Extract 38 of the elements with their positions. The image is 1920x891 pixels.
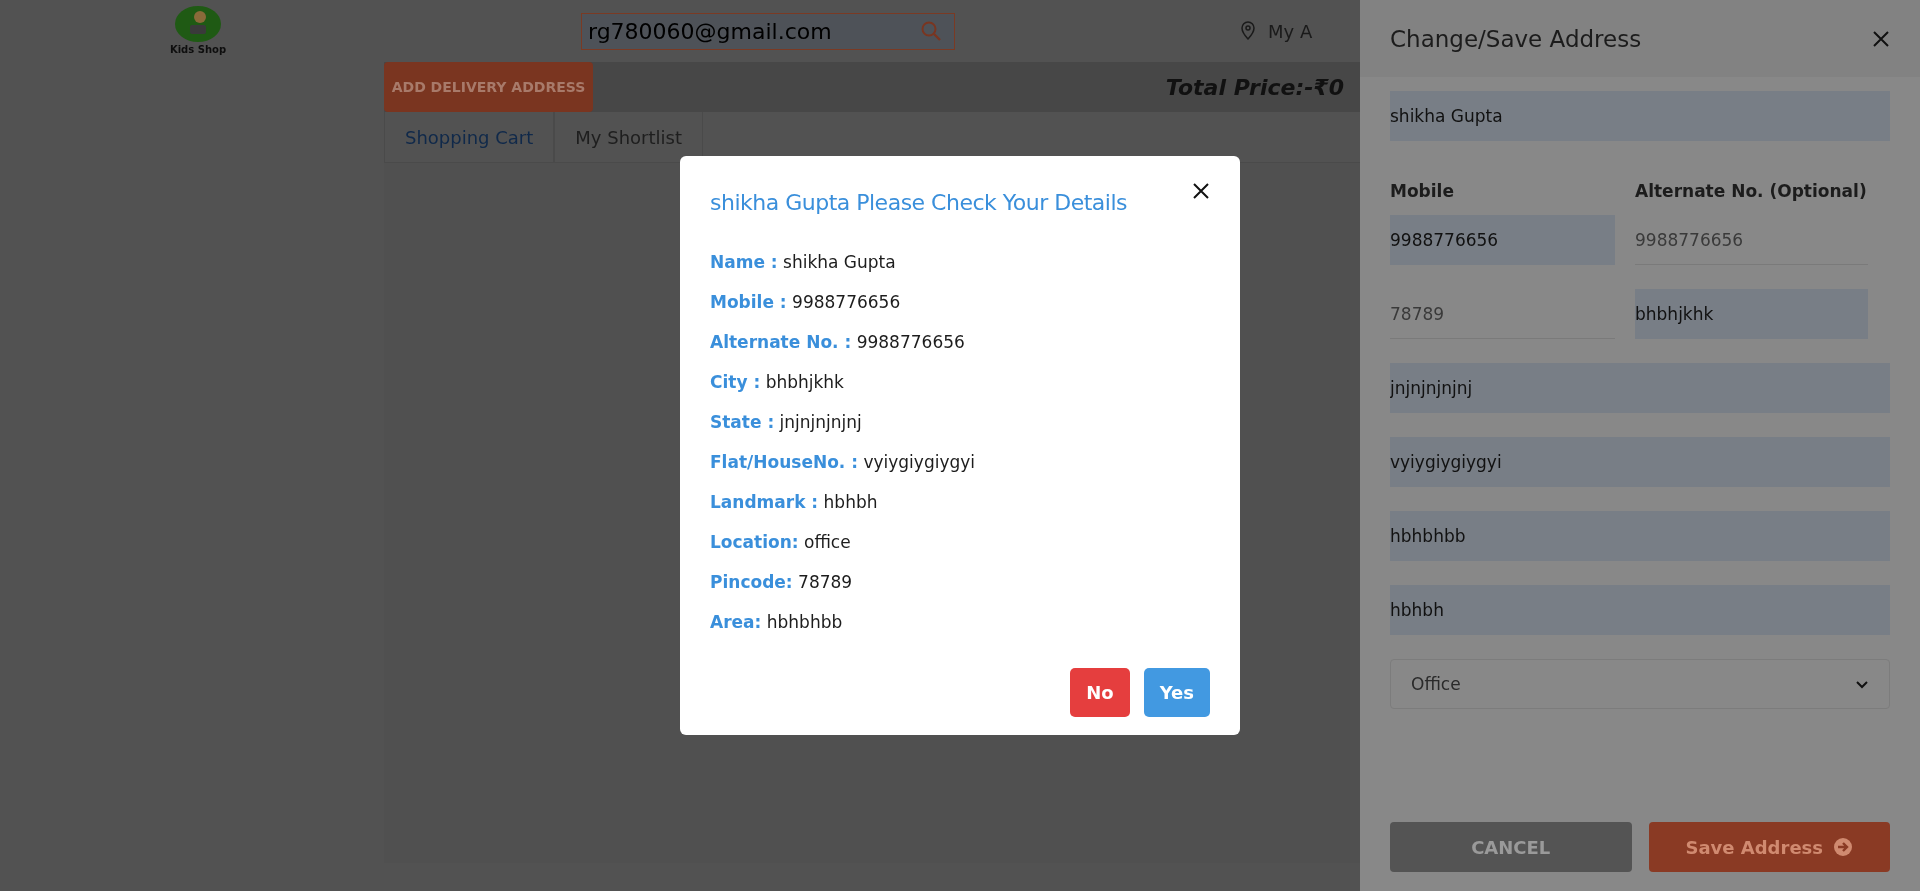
arrow-circle-icon [1833,837,1853,857]
detail-line: Location: office [710,531,852,554]
save-address-button[interactable]: Save Address [1648,822,1890,872]
input-field[interactable]: hbhbh [1390,585,1890,635]
detail-line: Alternate No. : 9988776656 [710,331,966,354]
modal-title: shikha Gupta Please Check Your Details [710,190,1127,215]
logo-icon [174,5,222,43]
detail-line: Pincode: 78789 [710,571,854,594]
add-address-button[interactable]: ADD DELIVERY ADDRESS [384,62,593,112]
detail-line: Mobile : 9988776656 [710,291,902,314]
input-field[interactable]: hbhbhbb [1390,511,1890,561]
detail-line: Name : shikha Gupta [710,251,897,274]
input-field[interactable]: bhbhjkhk [1635,289,1868,339]
tab[interactable]: Shopping Cart [384,112,555,162]
location-pin-icon [1240,21,1256,41]
input-field[interactable]: shikha Gupta [1390,91,1890,141]
field-label: Mobile [1390,181,1455,203]
detail-line: State : jnjnjnjnjnj [710,411,863,434]
detail-line: Flat/HouseNo. : vyiygiygiygyi [710,451,977,474]
yes-button[interactable]: Yes [1143,668,1210,717]
input-field[interactable]: jnjnjnjnjnj [1390,363,1890,413]
logo-text: Kids Shop [169,44,227,55]
input-field[interactable]: 9988776656 [1635,215,1868,265]
select-field[interactable]: Office [1390,659,1890,709]
close-icon[interactable] [1192,182,1210,200]
cancel-button[interactable]: CANCEL [1390,822,1632,872]
detail-line: Landmark : hbhbh [710,491,879,514]
input-field[interactable]: vyiygiygiygyi [1390,437,1890,487]
search-field[interactable]: rg780060@gmail.com [581,12,955,50]
detail-line: City : bhbhjkhk [710,371,845,394]
input-field[interactable]: 9988776656 [1390,215,1615,265]
chevron-down-icon [1855,679,1869,689]
input-field[interactable]: 78789 [1390,289,1615,339]
detail-line: Area: hbhbhbb [710,611,844,634]
field-label: Alternate No. (Optional) [1635,181,1868,203]
account-link[interactable]: My A [1268,20,1313,42]
drawer-title: Change/Save Address [1390,25,1642,52]
no-button[interactable]: No [1070,668,1130,717]
